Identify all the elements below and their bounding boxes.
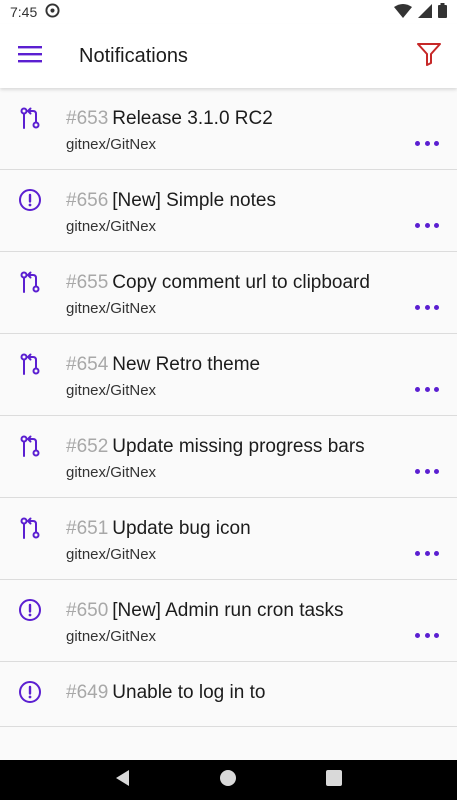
notification-title: #651 Update bug icon: [66, 516, 397, 542]
repo-name: gitnex/GitNex: [66, 300, 157, 317]
dot: [424, 222, 430, 228]
recents-button[interactable]: [325, 769, 343, 792]
list-item[interactable]: #649 Unable to log in to: [0, 662, 457, 727]
more-options-button[interactable]: [415, 630, 439, 640]
issue-icon: [18, 680, 42, 704]
repo-name: gitnex/GitNex: [66, 136, 157, 153]
cellular-signal-icon: [418, 3, 432, 21]
notification-title: #653 Release 3.1.0 RC2: [66, 106, 397, 132]
dot: [424, 304, 430, 310]
notification-title: #654 New Retro theme: [66, 352, 397, 378]
issue-number: #655: [66, 272, 109, 293]
list-item[interactable]: #653 Release 3.1.0 RC2 gitnex/GitNex: [0, 88, 457, 170]
dot: [415, 222, 420, 228]
repo-name: gitnex/GitNex: [66, 628, 157, 645]
list-item[interactable]: #651 Update bug icon gitnex/GitNex: [0, 498, 457, 580]
dot: [434, 140, 439, 146]
back-triangle-icon: [115, 769, 129, 786]
filter-button[interactable]: [401, 24, 457, 88]
pull-request-icon: [18, 516, 42, 540]
at-sign-icon: [45, 3, 60, 21]
issue-number: #654: [66, 354, 109, 375]
title-text: Copy comment url to clipboard: [112, 272, 370, 293]
notification-title: #652 Update missing progress bars: [66, 434, 397, 460]
more-options-button[interactable]: [415, 138, 439, 148]
title-text: New Retro theme: [112, 354, 261, 375]
home-button[interactable]: [219, 769, 237, 792]
back-button[interactable]: [114, 769, 132, 792]
title-text: Unable to log in to: [112, 682, 266, 703]
notification-title: #649 Unable to log in to: [66, 680, 397, 706]
dot: [415, 468, 420, 474]
dot: [434, 222, 439, 228]
system-navigation-bar: [0, 760, 457, 800]
pull-request-icon: [18, 352, 42, 376]
wifi-icon: [394, 3, 412, 21]
notification-title: #650 [New] Admin run cron tasks: [66, 598, 397, 624]
pull-request-icon: [18, 106, 42, 130]
repo-name: gitnex/GitNex: [66, 218, 157, 235]
dot: [424, 140, 430, 146]
repo-name: gitnex/GitNex: [66, 464, 157, 481]
repo-name: gitnex/GitNex: [66, 546, 157, 563]
dot: [434, 304, 439, 310]
issue-number: #651: [66, 518, 109, 539]
dot: [415, 304, 420, 310]
dot: [424, 386, 430, 392]
pull-request-icon: [18, 270, 42, 294]
dot: [434, 468, 439, 474]
repo-name: gitnex/GitNex: [66, 382, 157, 399]
pull-request-icon: [18, 434, 42, 458]
home-circle-icon: [220, 769, 237, 786]
recents-square-icon: [326, 769, 343, 786]
notification-title: #655 Copy comment url to clipboard: [66, 270, 397, 296]
list-item[interactable]: #652 Update missing progress bars gitnex/…: [0, 416, 457, 498]
issue-number: #653: [66, 108, 109, 129]
issue-icon: [18, 598, 42, 622]
notifications-list[interactable]: #653 Release 3.1.0 RC2 gitnex/GitNex #656…: [0, 88, 457, 760]
more-options-button[interactable]: [415, 548, 439, 558]
issue-number: #649: [66, 682, 109, 703]
dot: [434, 632, 439, 638]
issue-number: #656: [66, 190, 109, 211]
hamburger-menu-icon: [18, 44, 42, 69]
dot: [415, 632, 420, 638]
issue-number: #650: [66, 600, 109, 621]
notification-title: #656 [New] Simple notes: [66, 188, 397, 214]
list-item[interactable]: #650 [New] Admin run cron tasks gitnex/Gi…: [0, 580, 457, 662]
dot: [434, 386, 439, 392]
more-options-button[interactable]: [415, 384, 439, 394]
title-text: [New] Admin run cron tasks: [112, 600, 344, 621]
issue-icon: [18, 188, 42, 212]
dot: [415, 140, 420, 146]
title-text: Update bug icon: [112, 518, 251, 539]
page-title: Notifications: [79, 44, 188, 67]
filter-icon: [416, 42, 442, 71]
more-options-button[interactable]: [415, 220, 439, 230]
more-options-button[interactable]: [415, 302, 439, 312]
menu-button[interactable]: [0, 24, 60, 88]
dot: [424, 550, 430, 556]
list-item[interactable]: #656 [New] Simple notes gitnex/GitNex: [0, 170, 457, 252]
dot: [424, 468, 430, 474]
list-item[interactable]: #655 Copy comment url to clipboard gitnex…: [0, 252, 457, 334]
more-options-button[interactable]: [415, 466, 439, 476]
app-bar: Notifications: [0, 24, 457, 88]
title-text: Release 3.1.0 RC2: [112, 108, 273, 129]
battery-icon: [438, 3, 447, 21]
status-time: 7:45: [10, 4, 38, 20]
status-bar: 7:45: [0, 0, 457, 24]
dot: [415, 386, 420, 392]
dot: [424, 632, 430, 638]
dot: [434, 550, 439, 556]
title-text: [New] Simple notes: [112, 190, 276, 211]
issue-number: #652: [66, 436, 109, 457]
list-item[interactable]: #654 New Retro theme gitnex/GitNex: [0, 334, 457, 416]
title-text: Update missing progress bars: [112, 436, 365, 457]
dot: [415, 550, 420, 556]
